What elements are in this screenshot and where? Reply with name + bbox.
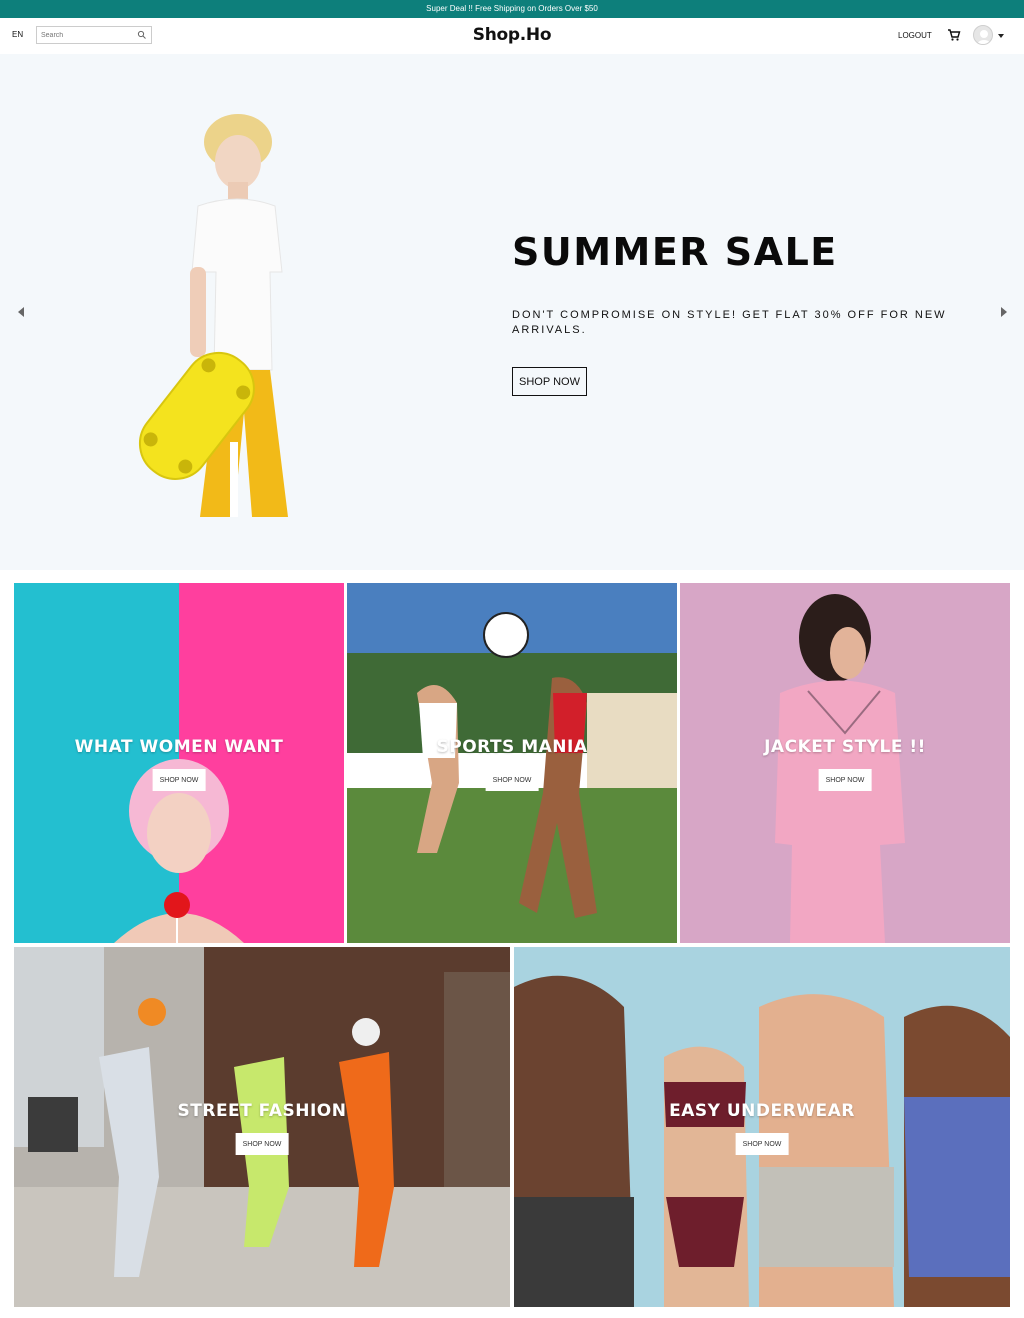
cart-icon[interactable] bbox=[947, 28, 961, 42]
arrow-left-icon[interactable] bbox=[14, 304, 28, 320]
underwear-category-image bbox=[514, 947, 1010, 1307]
user-avatar-icon[interactable] bbox=[973, 25, 993, 45]
site-logo[interactable]: Shop.Ho bbox=[0, 25, 1024, 45]
jacket-category-image bbox=[680, 583, 1010, 943]
category-title: EASY UNDERWEAR bbox=[669, 1101, 855, 1121]
announcement-bar: Super Deal !! Free Shipping on Orders Ov… bbox=[0, 0, 1024, 18]
category-shop-now-button[interactable]: SHOP NOW bbox=[735, 1133, 789, 1155]
category-shop-now-button[interactable]: SHOP NOW bbox=[235, 1133, 289, 1155]
chevron-down-icon[interactable] bbox=[998, 34, 1004, 38]
hero-title: SUMMER SALE bbox=[512, 230, 838, 274]
category-shop-now-button[interactable]: SHOP NOW bbox=[485, 769, 539, 791]
category-tile-street[interactable]: STREET FASHION SHOP NOW bbox=[14, 947, 510, 1307]
street-category-image bbox=[14, 947, 510, 1307]
hero-description: DON'T COMPROMISE ON STYLE! GET FLAT 30% … bbox=[512, 309, 947, 336]
category-tile-sports[interactable]: SPORTS MANIA SHOP NOW bbox=[347, 583, 677, 943]
category-title: JACKET STYLE !! bbox=[764, 737, 926, 757]
hero-slider: SUMMER SALE DON'T COMPROMISE ON STYLE! G… bbox=[0, 54, 1024, 570]
category-title: STREET FASHION bbox=[177, 1101, 347, 1121]
category-shop-now-button[interactable]: SHOP NOW bbox=[152, 769, 206, 791]
category-title: WHAT WOMEN WANT bbox=[74, 737, 284, 757]
women-category-image bbox=[14, 583, 344, 943]
arrow-right-icon[interactable] bbox=[997, 304, 1011, 320]
hero-model-image bbox=[138, 114, 288, 517]
category-title: SPORTS MANIA bbox=[436, 737, 588, 757]
category-tile-jacket[interactable]: JACKET STYLE !! SHOP NOW bbox=[680, 583, 1010, 943]
category-tile-women[interactable]: WHAT WOMEN WANT SHOP NOW bbox=[14, 583, 344, 943]
sports-category-image bbox=[347, 583, 677, 943]
category-shop-now-button[interactable]: SHOP NOW bbox=[818, 769, 872, 791]
navbar: EN Shop.Ho LOGOUT bbox=[0, 18, 1024, 54]
category-tile-underwear[interactable]: EASY UNDERWEAR SHOP NOW bbox=[514, 947, 1010, 1307]
hero-shop-now-button[interactable]: SHOP NOW bbox=[512, 367, 587, 396]
logout-link[interactable]: LOGOUT bbox=[898, 31, 932, 40]
